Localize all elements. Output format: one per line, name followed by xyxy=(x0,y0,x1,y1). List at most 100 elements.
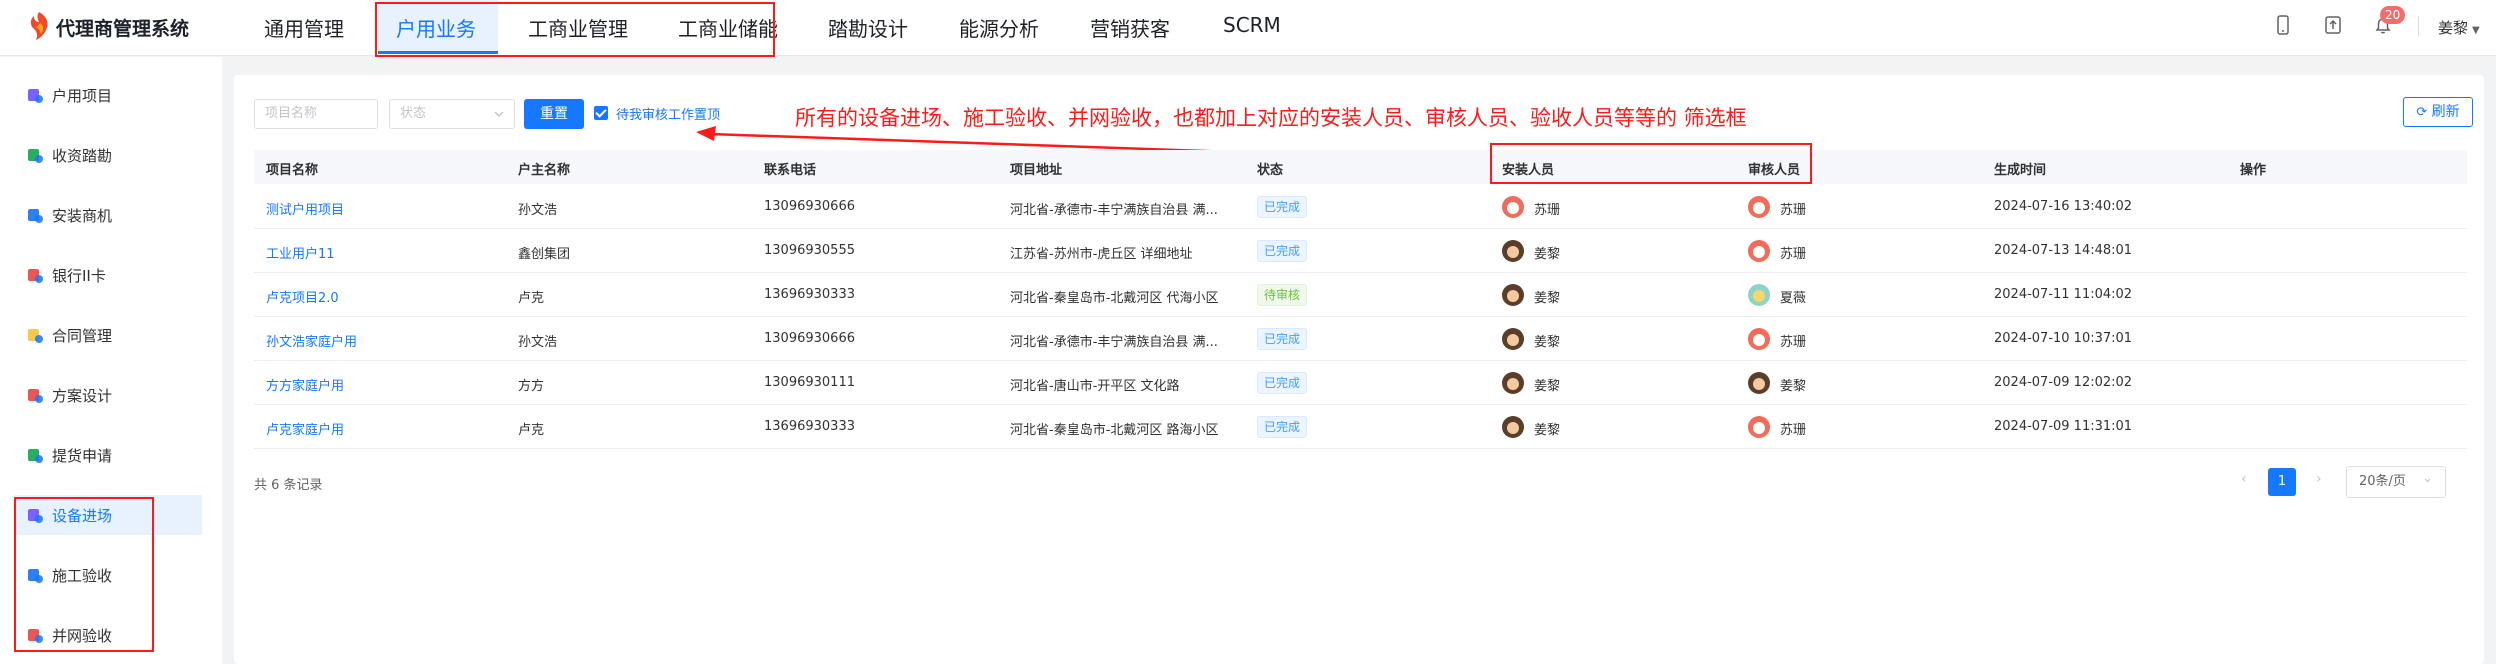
reviewer-name: 苏珊 xyxy=(1780,335,1807,350)
avatar xyxy=(1748,240,1770,262)
nav-item-scrm[interactable]: SCRM xyxy=(1223,13,1281,37)
table-row[interactable] xyxy=(254,273,2467,317)
project-name-link[interactable]: 孙文浩家庭户用 xyxy=(266,331,357,350)
upload-icon[interactable] xyxy=(2322,14,2344,36)
project-address: 河北省-秦皇岛市-北戴河区 路海小区 xyxy=(1010,423,1219,438)
table-row[interactable] xyxy=(254,185,2467,229)
chevron-down-icon: ▼ xyxy=(2472,25,2480,36)
avatar xyxy=(1748,196,1770,218)
project-name-input[interactable]: 项目名称 xyxy=(254,99,378,129)
house-project-icon xyxy=(26,86,44,104)
installer-name: 姜黎 xyxy=(1534,291,1561,306)
project-address: 河北省-秦皇岛市-北戴河区 代海小区 xyxy=(1010,291,1219,306)
sidebar-item-house-project[interactable]: 户用项目 xyxy=(14,75,202,115)
table-header xyxy=(254,150,2467,184)
sidebar-item-pickup[interactable]: 提货申请 xyxy=(14,435,202,475)
mobile-icon[interactable] xyxy=(2272,14,2294,36)
phone-number: 13696930333 xyxy=(764,419,855,434)
user-menu[interactable]: 姜黎 ▼ xyxy=(2438,17,2480,38)
status-select-placeholder: 状态 xyxy=(400,106,427,121)
refresh-button[interactable]: ⟳ 刷新 xyxy=(2403,97,2473,127)
table-row[interactable] xyxy=(254,405,2467,449)
design-icon xyxy=(26,386,44,404)
status-select[interactable]: 状态 xyxy=(389,99,515,129)
avatar xyxy=(1748,416,1770,438)
sidebar-item-label: 提货申请 xyxy=(52,446,113,465)
phone-number: 13696930333 xyxy=(764,287,855,302)
created-time: 2024-07-09 12:02:02 xyxy=(1994,375,2133,390)
opportunity-icon xyxy=(26,206,44,224)
pin-pending-checkbox[interactable] xyxy=(594,106,608,120)
column-header-project: 项目名称 xyxy=(266,163,319,178)
project-name-link[interactable]: 测试户用项目 xyxy=(266,199,344,218)
project-name-link[interactable]: 卢克家庭户用 xyxy=(266,419,344,438)
nav-item-energy-analysis[interactable]: 能源分析 xyxy=(959,13,1039,42)
owner-name: 卢克 xyxy=(518,423,545,438)
avatar xyxy=(1748,328,1770,350)
avatar xyxy=(1748,284,1770,306)
chevron-down-icon xyxy=(494,111,504,117)
sidebar-item-survey[interactable]: 收资踏勘 xyxy=(14,135,202,175)
chevron-down-icon: ⌄ xyxy=(2422,471,2433,486)
nav-item-general[interactable]: 通用管理 xyxy=(264,13,344,42)
status-badge: 已完成 xyxy=(1257,240,1308,262)
phone-number: 13096930666 xyxy=(764,331,855,346)
annotation-box-nav xyxy=(375,2,775,57)
owner-name: 孙文浩 xyxy=(518,203,558,218)
page-size-select[interactable]: 20条/页 ⌄ xyxy=(2346,466,2446,498)
avatar xyxy=(1502,372,1524,394)
sidebar-item-design[interactable]: 方案设计 xyxy=(14,375,202,415)
project-address: 河北省-承德市-丰宁满族自治县 满... xyxy=(1010,335,1218,350)
avatar xyxy=(1502,196,1524,218)
owner-name: 卢克 xyxy=(518,291,545,306)
phone-number: 13096930111 xyxy=(764,375,855,390)
status-badge: 待审核 xyxy=(1257,284,1308,306)
created-time: 2024-07-09 11:31:01 xyxy=(1994,419,2133,434)
reviewer-name: 夏薇 xyxy=(1780,291,1807,306)
nav-item-survey-design[interactable]: 踏勘设计 xyxy=(828,13,908,42)
contract-icon xyxy=(26,326,44,344)
pin-pending-label[interactable]: 待我审核工作置顶 xyxy=(616,104,720,123)
sidebar-item-opportunity[interactable]: 安装商机 xyxy=(14,195,202,235)
reset-button[interactable]: 重置 xyxy=(524,99,584,129)
project-name-link[interactable]: 工业用户11 xyxy=(266,243,335,262)
reviewer-name: 苏珊 xyxy=(1780,247,1807,262)
pickup-icon xyxy=(26,446,44,464)
sidebar-item-bank-card[interactable]: 银行II卡 xyxy=(14,255,202,295)
sidebar-item-contract[interactable]: 合同管理 xyxy=(14,315,202,355)
table-row[interactable] xyxy=(254,229,2467,273)
status-badge: 已完成 xyxy=(1257,328,1308,350)
project-name-link[interactable]: 方方家庭户用 xyxy=(266,375,344,394)
owner-name: 方方 xyxy=(518,379,545,394)
user-name: 姜黎 xyxy=(2438,19,2469,37)
notification-badge: 20 xyxy=(2380,6,2406,24)
sidebar-item-label: 方案设计 xyxy=(52,386,113,405)
project-address: 江苏省-苏州市-虎丘区 详细地址 xyxy=(1010,247,1193,262)
column-header-address: 项目地址 xyxy=(1010,163,1063,178)
page-button-current[interactable]: 1 xyxy=(2268,468,2296,496)
column-header-owner: 户主名称 xyxy=(518,163,571,178)
table-row[interactable] xyxy=(254,317,2467,361)
created-time: 2024-07-16 13:40:02 xyxy=(1994,199,2133,214)
column-header-created: 生成时间 xyxy=(1994,163,2047,178)
app-title: 代理商管理系统 xyxy=(56,18,190,40)
avatar xyxy=(1502,328,1524,350)
column-header-status: 状态 xyxy=(1257,163,1284,178)
sidebar-item-label: 收资踏勘 xyxy=(52,146,113,165)
installer-name: 苏珊 xyxy=(1534,203,1561,218)
prev-page-icon[interactable]: ‹ xyxy=(2241,471,2247,487)
sidebar-item-label: 银行II卡 xyxy=(52,266,106,285)
created-time: 2024-07-11 11:04:02 xyxy=(1994,287,2133,302)
avatar xyxy=(1748,372,1770,394)
survey-icon xyxy=(26,146,44,164)
table-row[interactable] xyxy=(254,361,2467,405)
nav-item-marketing[interactable]: 营销获客 xyxy=(1090,13,1170,42)
phone-number: 13096930555 xyxy=(764,243,855,258)
app-logo xyxy=(30,12,48,40)
page-size-value: 20条/页 xyxy=(2359,474,2406,489)
avatar xyxy=(1502,416,1524,438)
next-page-icon[interactable]: › xyxy=(2316,471,2322,487)
project-name-link[interactable]: 卢克项目2.0 xyxy=(266,287,339,306)
installer-name: 姜黎 xyxy=(1534,423,1561,438)
project-address: 河北省-唐山市-开平区 文化路 xyxy=(1010,379,1180,394)
